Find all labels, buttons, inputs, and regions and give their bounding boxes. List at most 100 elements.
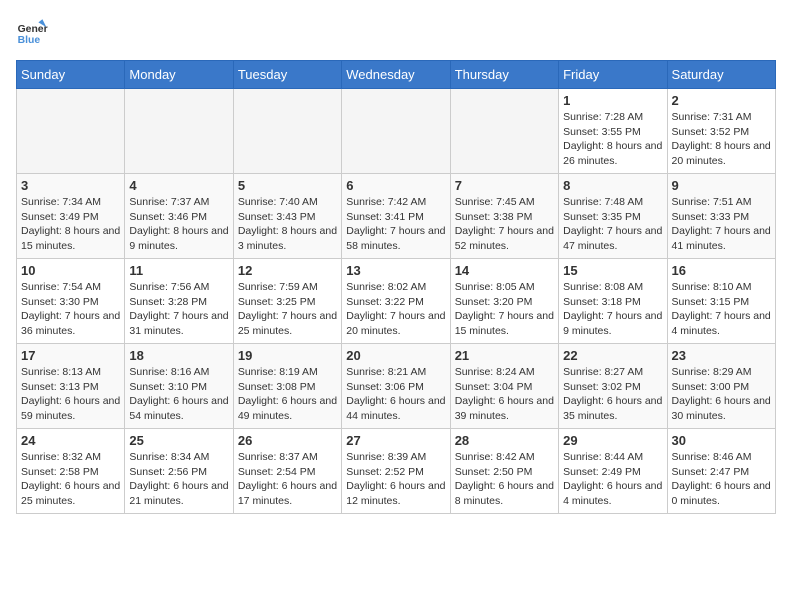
day-number: 26 [238, 433, 337, 448]
day-number: 13 [346, 263, 445, 278]
calendar-cell: 26 Sunrise: 8:37 AM Sunset: 2:54 PM Dayli… [233, 429, 341, 514]
calendar-cell: 24 Sunrise: 8:32 AM Sunset: 2:58 PM Dayli… [17, 429, 125, 514]
weekday-header-row: SundayMondayTuesdayWednesdayThursdayFrid… [17, 61, 776, 89]
calendar-cell: 4Sunrise: 7:37 AM Sunset: 3:46 PM Daylig… [125, 174, 233, 259]
day-number: 28 [455, 433, 554, 448]
day-info: Sunrise: 8:24 AM Sunset: 3:04 PM Dayligh… [455, 365, 554, 424]
calendar-cell: 29 Sunrise: 8:44 AM Sunset: 2:49 PM Dayli… [559, 429, 667, 514]
day-info: Sunrise: 8:39 AM Sunset: 2:52 PM Dayligh… [346, 450, 445, 509]
day-number: 11 [129, 263, 228, 278]
calendar-cell [342, 89, 450, 174]
day-number: 22 [563, 348, 662, 363]
weekday-header: Monday [125, 61, 233, 89]
day-number: 30 [672, 433, 771, 448]
day-number: 24 [21, 433, 120, 448]
calendar-cell: 22 Sunrise: 8:27 AM Sunset: 3:02 PM Dayli… [559, 344, 667, 429]
day-info: Sunrise: 7:28 AM Sunset: 3:55 PM Dayligh… [563, 110, 662, 169]
calendar-cell [125, 89, 233, 174]
calendar-cell: 21 Sunrise: 8:24 AM Sunset: 3:04 PM Dayli… [450, 344, 558, 429]
day-info: Sunrise: 7:48 AM Sunset: 3:35 PM Dayligh… [563, 195, 662, 254]
day-number: 6 [346, 178, 445, 193]
day-number: 9 [672, 178, 771, 193]
day-number: 21 [455, 348, 554, 363]
calendar-cell: 9 Sunrise: 7:51 AM Sunset: 3:33 PM Daylig… [667, 174, 775, 259]
weekday-header: Saturday [667, 61, 775, 89]
day-info: Sunrise: 8:34 AM Sunset: 2:56 PM Dayligh… [129, 450, 228, 509]
day-number: 1 [563, 93, 662, 108]
calendar-cell: 15 Sunrise: 8:08 AM Sunset: 3:18 PM Dayli… [559, 259, 667, 344]
week-row: 17 Sunrise: 8:13 AM Sunset: 3:13 PM Dayli… [17, 344, 776, 429]
calendar-cell [450, 89, 558, 174]
day-info: Sunrise: 8:46 AM Sunset: 2:47 PM Dayligh… [672, 450, 771, 509]
calendar-cell: 12 Sunrise: 7:59 AM Sunset: 3:25 PM Dayli… [233, 259, 341, 344]
day-number: 20 [346, 348, 445, 363]
week-row: 24 Sunrise: 8:32 AM Sunset: 2:58 PM Dayli… [17, 429, 776, 514]
weekday-header: Friday [559, 61, 667, 89]
calendar-cell: 11 Sunrise: 7:56 AM Sunset: 3:28 PM Dayli… [125, 259, 233, 344]
day-info: Sunrise: 7:37 AM Sunset: 3:46 PM Dayligh… [129, 195, 228, 254]
calendar-cell: 8 Sunrise: 7:48 AM Sunset: 3:35 PM Daylig… [559, 174, 667, 259]
day-number: 19 [238, 348, 337, 363]
day-info: Sunrise: 8:21 AM Sunset: 3:06 PM Dayligh… [346, 365, 445, 424]
day-number: 5 [238, 178, 337, 193]
calendar-cell: 18 Sunrise: 8:16 AM Sunset: 3:10 PM Dayli… [125, 344, 233, 429]
day-info: Sunrise: 8:05 AM Sunset: 3:20 PM Dayligh… [455, 280, 554, 339]
day-number: 2 [672, 93, 771, 108]
day-info: Sunrise: 7:40 AM Sunset: 3:43 PM Dayligh… [238, 195, 337, 254]
svg-text:Blue: Blue [18, 35, 41, 46]
day-number: 16 [672, 263, 771, 278]
day-info: Sunrise: 7:59 AM Sunset: 3:25 PM Dayligh… [238, 280, 337, 339]
calendar-cell: 10 Sunrise: 7:54 AM Sunset: 3:30 PM Dayli… [17, 259, 125, 344]
week-row: 1 Sunrise: 7:28 AM Sunset: 3:55 PM Daylig… [17, 89, 776, 174]
day-info: Sunrise: 8:32 AM Sunset: 2:58 PM Dayligh… [21, 450, 120, 509]
day-info: Sunrise: 8:42 AM Sunset: 2:50 PM Dayligh… [455, 450, 554, 509]
day-number: 8 [563, 178, 662, 193]
day-info: Sunrise: 7:31 AM Sunset: 3:52 PM Dayligh… [672, 110, 771, 169]
calendar-table: SundayMondayTuesdayWednesdayThursdayFrid… [16, 60, 776, 514]
week-row: 3Sunrise: 7:34 AM Sunset: 3:49 PM Daylig… [17, 174, 776, 259]
day-number: 29 [563, 433, 662, 448]
day-info: Sunrise: 8:27 AM Sunset: 3:02 PM Dayligh… [563, 365, 662, 424]
day-number: 18 [129, 348, 228, 363]
calendar-cell: 20 Sunrise: 8:21 AM Sunset: 3:06 PM Dayli… [342, 344, 450, 429]
day-info: Sunrise: 8:19 AM Sunset: 3:08 PM Dayligh… [238, 365, 337, 424]
calendar-cell: 13Sunrise: 8:02 AM Sunset: 3:22 PM Dayli… [342, 259, 450, 344]
weekday-header: Thursday [450, 61, 558, 89]
weekday-header: Wednesday [342, 61, 450, 89]
day-info: Sunrise: 8:16 AM Sunset: 3:10 PM Dayligh… [129, 365, 228, 424]
calendar-cell [233, 89, 341, 174]
calendar-cell: 25Sunrise: 8:34 AM Sunset: 2:56 PM Dayli… [125, 429, 233, 514]
calendar-cell: 1 Sunrise: 7:28 AM Sunset: 3:55 PM Daylig… [559, 89, 667, 174]
calendar-cell: 30 Sunrise: 8:46 AM Sunset: 2:47 PM Dayli… [667, 429, 775, 514]
calendar-cell: 27 Sunrise: 8:39 AM Sunset: 2:52 PM Dayli… [342, 429, 450, 514]
day-info: Sunrise: 8:44 AM Sunset: 2:49 PM Dayligh… [563, 450, 662, 509]
logo: General Blue [16, 16, 48, 48]
day-info: Sunrise: 7:51 AM Sunset: 3:33 PM Dayligh… [672, 195, 771, 254]
day-number: 12 [238, 263, 337, 278]
svg-text:General: General [18, 24, 48, 35]
day-number: 3 [21, 178, 120, 193]
calendar-cell: 2 Sunrise: 7:31 AM Sunset: 3:52 PM Daylig… [667, 89, 775, 174]
day-number: 10 [21, 263, 120, 278]
calendar-cell: 17 Sunrise: 8:13 AM Sunset: 3:13 PM Dayli… [17, 344, 125, 429]
day-number: 7 [455, 178, 554, 193]
day-info: Sunrise: 7:56 AM Sunset: 3:28 PM Dayligh… [129, 280, 228, 339]
day-number: 27 [346, 433, 445, 448]
logo-icon: General Blue [16, 16, 48, 48]
day-info: Sunrise: 7:45 AM Sunset: 3:38 PM Dayligh… [455, 195, 554, 254]
day-info: Sunrise: 7:54 AM Sunset: 3:30 PM Dayligh… [21, 280, 120, 339]
day-number: 17 [21, 348, 120, 363]
day-info: Sunrise: 8:08 AM Sunset: 3:18 PM Dayligh… [563, 280, 662, 339]
day-number: 15 [563, 263, 662, 278]
day-info: Sunrise: 8:13 AM Sunset: 3:13 PM Dayligh… [21, 365, 120, 424]
calendar-cell: 7 Sunrise: 7:45 AM Sunset: 3:38 PM Daylig… [450, 174, 558, 259]
day-info: Sunrise: 8:10 AM Sunset: 3:15 PM Dayligh… [672, 280, 771, 339]
calendar-cell: 28 Sunrise: 8:42 AM Sunset: 2:50 PM Dayli… [450, 429, 558, 514]
day-number: 23 [672, 348, 771, 363]
calendar-cell [17, 89, 125, 174]
day-info: Sunrise: 8:37 AM Sunset: 2:54 PM Dayligh… [238, 450, 337, 509]
page-header: General Blue [16, 16, 776, 48]
calendar-cell: 3Sunrise: 7:34 AM Sunset: 3:49 PM Daylig… [17, 174, 125, 259]
calendar-cell: 6Sunrise: 7:42 AM Sunset: 3:41 PM Daylig… [342, 174, 450, 259]
calendar-cell: 14Sunrise: 8:05 AM Sunset: 3:20 PM Dayli… [450, 259, 558, 344]
